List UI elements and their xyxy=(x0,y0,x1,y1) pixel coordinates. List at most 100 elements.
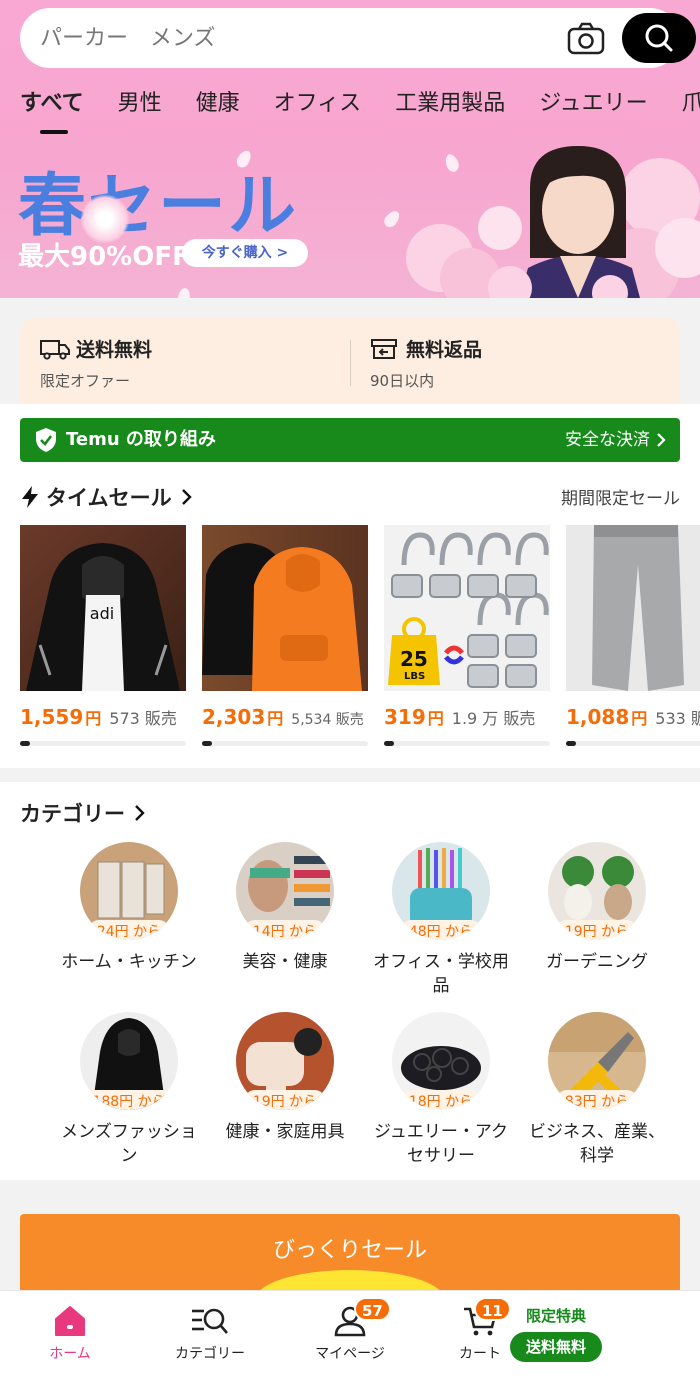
category-item[interactable]: 18円 から ジュエリー・アクセサリー xyxy=(366,1012,516,1168)
product-image xyxy=(566,525,700,691)
category-item[interactable]: 19円 から ガーデニング xyxy=(522,842,672,974)
sold-count: 5,534 販売 xyxy=(291,712,364,728)
yen-unit: 円 xyxy=(427,709,444,728)
nav-label: ホーム xyxy=(49,1346,91,1362)
search-button[interactable] xyxy=(622,13,696,63)
svg-text:adi: adi xyxy=(90,604,114,623)
weight-badge-unit: LBS xyxy=(404,671,426,682)
cart-perk[interactable]: 限定特典 送料無料 xyxy=(510,1305,602,1362)
nav-category[interactable]: カテゴリー xyxy=(160,1305,260,1363)
product-price: 1,088 xyxy=(566,705,630,729)
progress-fill xyxy=(202,741,212,746)
lightning-icon xyxy=(22,486,38,508)
nav-mypage[interactable]: マイページ 57 xyxy=(300,1297,400,1363)
category-price: 83円 から xyxy=(556,1090,638,1110)
category-image: 83円 から xyxy=(548,1012,646,1110)
category-item[interactable]: 83円 から ビジネス、産業、科学 xyxy=(522,1012,672,1168)
category-price: 18円 から xyxy=(400,1090,482,1110)
sold-progress-bar xyxy=(20,741,186,746)
sold-progress-bar xyxy=(202,741,368,746)
surprise-sale-banner[interactable]: びっくりセール xyxy=(20,1214,680,1294)
camera-icon[interactable] xyxy=(566,22,606,56)
category-name: ビジネス、産業、科学 xyxy=(529,1122,665,1166)
category-image: 24円 から xyxy=(80,842,178,940)
buy-now-button[interactable]: 今すぐ購入 > xyxy=(182,239,308,267)
sold-count: 573 販売 xyxy=(109,709,177,728)
perk-title: 送料無料 xyxy=(76,339,153,361)
truck-icon xyxy=(40,339,70,360)
category-image: 48円 から xyxy=(392,842,490,940)
category-item[interactable]: 24円 から ホーム・キッチン xyxy=(54,842,204,974)
category-item[interactable]: 48円 から オフィス・学校用品 xyxy=(366,842,516,998)
product-image: 25 LBS xyxy=(384,525,550,691)
cart-badge: 11 xyxy=(474,1297,511,1321)
category-item[interactable]: 14円 から 美容・健康 xyxy=(210,842,360,974)
product-price: 319 xyxy=(384,705,426,729)
category-name: 美容・健康 xyxy=(242,952,328,972)
nav-home[interactable]: ホーム xyxy=(20,1305,120,1363)
categories-section: カテゴリー 24円 から ホーム・キッチン 14円 から 美容・健康 48円 か… xyxy=(0,782,700,1180)
limited-time-sale-label: 期間限定セール xyxy=(561,489,680,509)
category-item[interactable]: 188円 から メンズファッション xyxy=(54,1012,204,1168)
bottom-navigation: ホーム カテゴリー マイページ 57 カート 11 限定特典 送料無料 xyxy=(0,1290,700,1380)
return-box-icon xyxy=(371,338,397,359)
yen-unit: 円 xyxy=(631,709,648,728)
categories-title-link[interactable]: カテゴリー xyxy=(20,798,147,828)
perk-sub: 90日以内 xyxy=(370,372,435,390)
product-card[interactable]: 1,088 円 533 販売 xyxy=(566,525,700,746)
divider xyxy=(350,340,351,386)
category-image: 19円 から xyxy=(236,1012,334,1110)
progress-fill xyxy=(566,741,576,746)
category-tabs: すべて 男性 健康 オフィス 工業用製品 ジュエリー 爪 xyxy=(20,86,700,134)
nav-label: カテゴリー xyxy=(175,1346,245,1362)
tab-men[interactable]: 男性 xyxy=(118,86,162,126)
category-price: 19円 から xyxy=(244,1090,326,1110)
product-card[interactable]: 25 LBS 319 円 1.9 万 販売 xyxy=(384,525,550,746)
category-price: 19円 から xyxy=(556,920,638,940)
promo-title: びっくりセール xyxy=(272,1238,427,1263)
tab-all[interactable]: すべて xyxy=(20,86,84,134)
tab-health[interactable]: 健康 xyxy=(196,86,240,126)
sold-count: 533 販売 xyxy=(655,709,700,728)
perks-box[interactable]: 送料無料 限定オファー 無料返品 90日以内 xyxy=(20,318,680,404)
perk-title: 無料返品 xyxy=(406,339,483,361)
tab-industrial[interactable]: 工業用製品 xyxy=(395,86,505,126)
time-sale-title: タイムセール xyxy=(46,486,172,510)
temu-bar-right: 安全な決済 xyxy=(565,430,650,450)
category-name: ホーム・キッチン xyxy=(61,952,197,972)
product-price: 1,559 xyxy=(20,705,84,729)
tab-office[interactable]: オフィス xyxy=(274,86,362,126)
category-image: 14円 から xyxy=(236,842,334,940)
sold-count: 1.9 万 販売 xyxy=(451,709,536,728)
category-image: 18円 から xyxy=(392,1012,490,1110)
free-shipping-badge: 送料無料 xyxy=(510,1332,602,1362)
category-name: ジュエリー・アクセサリー xyxy=(374,1122,508,1166)
home-icon xyxy=(55,1306,85,1336)
search-bar[interactable] xyxy=(20,8,696,68)
banner-title: 春セール xyxy=(18,166,299,246)
progress-fill xyxy=(20,741,30,746)
categories-title: カテゴリー xyxy=(20,802,125,826)
time-sale-title-link[interactable]: タイムセール xyxy=(20,482,194,512)
header: すべて 男性 健康 オフィス 工業用製品 ジュエリー 爪 春セール 最大90%O… xyxy=(0,0,700,298)
banner-model-image xyxy=(406,146,700,298)
spring-sale-banner[interactable]: 春セール 最大90%OFF 今すぐ購入 > xyxy=(0,138,700,298)
product-card[interactable]: 2,303 円 5,534 販売 xyxy=(202,525,368,746)
chevron-right-icon xyxy=(657,433,666,447)
product-price: 2,303 xyxy=(202,705,266,729)
category-image: 188円 から xyxy=(80,1012,178,1110)
product-card[interactable]: adi 1,559 円 573 販売 xyxy=(20,525,186,746)
search-input[interactable] xyxy=(40,16,540,60)
chevron-right-icon xyxy=(181,489,192,505)
category-image: 19円 から xyxy=(548,842,646,940)
perk-sub: 限定オファー xyxy=(40,372,131,390)
tab-nail[interactable]: 爪 xyxy=(682,86,700,126)
tab-jewelry[interactable]: ジュエリー xyxy=(539,86,647,126)
yen-unit: 円 xyxy=(85,709,102,728)
category-name: オフィス・学校用品 xyxy=(373,952,509,996)
category-item[interactable]: 19円 から 健康・家庭用具 xyxy=(210,1012,360,1144)
mypage-badge: 57 xyxy=(354,1297,391,1321)
category-search-icon xyxy=(192,1308,228,1334)
temu-commitment-bar[interactable]: Temu の取り組み 安全な決済 xyxy=(20,418,680,462)
category-name: メンズファッション xyxy=(61,1122,197,1166)
